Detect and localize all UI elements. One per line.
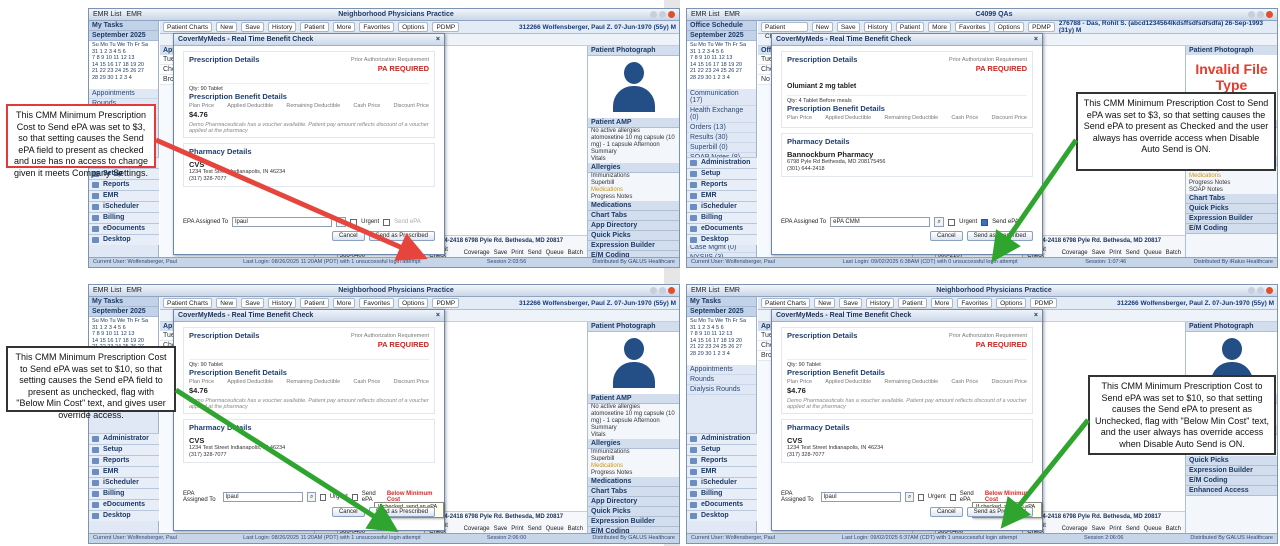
green-arrow-top: [991, 138, 1079, 263]
red-arrow: [154, 137, 428, 261]
green-arrow-right: [1000, 418, 1090, 529]
annotation-arrows: [154, 137, 1090, 533]
green-arrow-left: [174, 387, 399, 533]
